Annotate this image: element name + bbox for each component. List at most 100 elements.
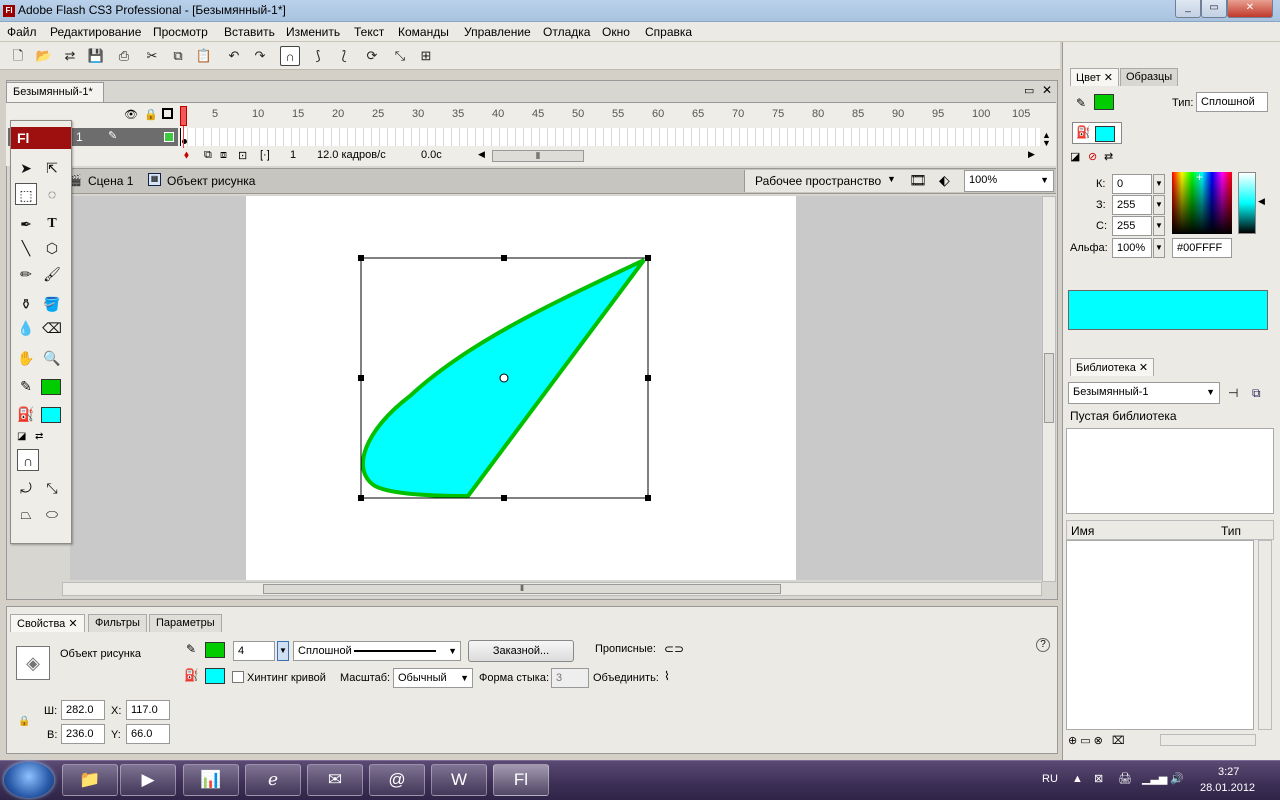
green-slider-icon[interactable]: ▼	[1153, 195, 1165, 215]
prop-fill-color[interactable]	[205, 668, 225, 684]
zoom-tool-icon[interactable]: 🔍	[41, 347, 63, 369]
new-file-icon[interactable]: 🗋	[8, 46, 28, 66]
print-icon[interactable]: ⎙	[114, 46, 134, 66]
prop-stroke-color[interactable]	[205, 642, 225, 658]
mail-taskbar-icon[interactable]: ✉	[307, 764, 363, 796]
tray-device-icon[interactable]: 🖨	[1118, 772, 1132, 785]
hex-input[interactable]: #00FFFF	[1172, 238, 1232, 258]
default-colors-icon[interactable]: ◪	[17, 431, 26, 442]
color-stroke-swatch[interactable]	[1094, 94, 1114, 110]
scroll-right-icon[interactable]: ▶	[1028, 149, 1035, 160]
fill-color-swatch[interactable]	[41, 407, 61, 423]
edit-scene-icon[interactable]: 🎞	[909, 172, 927, 189]
document-tab[interactable]: Безымянный-1*	[6, 82, 104, 102]
drawing-object-link[interactable]: Объект рисунка	[167, 174, 255, 188]
line-tool-icon[interactable]: ╲	[15, 237, 37, 259]
color-fill-selected[interactable]: ⛽	[1072, 122, 1122, 144]
distort-icon[interactable]: ⏢	[15, 503, 37, 525]
new-library-panel-icon[interactable]: ⧉	[1252, 386, 1261, 401]
scene-link[interactable]: Сцена 1	[88, 174, 133, 188]
menu-window[interactable]: Окно	[602, 25, 630, 39]
rectangle-tool-icon[interactable]: ⬡	[41, 237, 63, 259]
library-hscrollbar[interactable]	[1160, 734, 1256, 746]
eraser-tool-icon[interactable]: ⌫	[41, 317, 63, 339]
paint-bucket-tool-icon[interactable]: 🪣	[41, 293, 63, 315]
onion-outline-icon[interactable]: ⧈	[220, 149, 227, 162]
rotate-icon[interactable]: ⟳	[362, 46, 382, 66]
tray-volume-icon[interactable]: 🔊	[1170, 772, 1184, 785]
green-input[interactable]: 255	[1112, 195, 1152, 215]
menu-debug[interactable]: Отладка	[543, 25, 590, 39]
explorer-taskbar-icon[interactable]: 📁	[62, 764, 118, 796]
envelope-icon[interactable]: ⬭	[41, 503, 63, 525]
constrain-lock-icon[interactable]: 🔒	[18, 716, 30, 727]
mail-agent-taskbar-icon[interactable]: @	[369, 764, 425, 796]
stage-hscrollbar[interactable]: ⦀	[62, 582, 1042, 596]
workspace-menu[interactable]: Рабочее пространство	[755, 174, 881, 188]
pen-tool-icon[interactable]: ✒	[15, 213, 37, 235]
custom-stroke-button[interactable]: Заказной...	[468, 640, 574, 662]
media-player-taskbar-icon[interactable]: ▶	[120, 764, 176, 796]
clock-date[interactable]: 28.01.2012	[1200, 782, 1255, 794]
stroke-width-slider-icon[interactable]: ▼	[277, 641, 289, 661]
doc-restore-icon[interactable]: ▭	[1024, 84, 1034, 97]
maximize-button[interactable]: ▭	[1201, 0, 1227, 18]
undo-icon[interactable]: ↶	[224, 46, 244, 66]
hinting-checkbox[interactable]	[232, 671, 244, 683]
tab-swatches[interactable]: Образцы	[1120, 68, 1179, 86]
black-white-icon[interactable]: ◪	[1070, 150, 1080, 163]
help-icon[interactable]: ?	[1036, 638, 1050, 652]
stage-vscrollbar[interactable]	[1042, 196, 1056, 582]
start-button[interactable]	[4, 762, 54, 798]
smooth-icon[interactable]: ⟆	[308, 46, 328, 66]
join-select-icon[interactable]: ⌇	[664, 669, 670, 683]
subselection-tool-icon[interactable]: ⇱	[41, 157, 63, 179]
no-color-icon[interactable]: ⊘	[1088, 150, 1097, 163]
blue-input[interactable]: 255	[1112, 216, 1152, 236]
stroke-style-select[interactable]: Сплошной ▼	[293, 641, 461, 661]
timeline-hscroll-thumb[interactable]: ⦀	[492, 150, 584, 162]
pencil-tool-icon[interactable]: ✏	[15, 263, 37, 285]
internet-explorer-taskbar-icon[interactable]: ℯ	[245, 764, 301, 796]
menu-text[interactable]: Текст	[354, 25, 384, 39]
save-icon[interactable]: 💾	[86, 46, 106, 66]
copy-icon[interactable]: ⧉	[168, 46, 188, 66]
eye-icon[interactable]: 👁	[124, 108, 138, 121]
zoom-select[interactable]: 100% ▼	[964, 170, 1054, 192]
language-indicator[interactable]: RU	[1042, 773, 1058, 785]
width-input[interactable]: 282.0	[61, 700, 105, 720]
onion-skin-icon[interactable]: ⧉	[204, 149, 212, 162]
menu-commands[interactable]: Команды	[398, 25, 449, 39]
stage[interactable]	[246, 196, 796, 580]
tab-filters[interactable]: Фильтры	[88, 614, 147, 632]
tray-signal-icon[interactable]: ▁▃▅	[1142, 772, 1167, 785]
doc-close-icon[interactable]: ✕	[1042, 83, 1052, 97]
frame-grid[interactable]	[180, 128, 1040, 146]
tab-parameters[interactable]: Параметры	[149, 614, 222, 632]
redo-icon[interactable]: ↷	[250, 46, 270, 66]
stage-vscroll-thumb[interactable]	[1044, 353, 1054, 423]
height-input[interactable]: 236.0	[61, 724, 105, 744]
stage-hscroll-thumb[interactable]: ⦀	[263, 584, 781, 594]
free-transform-tool-icon[interactable]: ⬚	[15, 183, 37, 205]
text-tool-icon[interactable]: T	[41, 213, 63, 235]
hand-tool-icon[interactable]: ✋	[15, 347, 37, 369]
library-col-name[interactable]: Имя	[1071, 524, 1094, 538]
flash-taskbar-icon[interactable]: Fl	[493, 764, 549, 796]
clock-time[interactable]: 3:27	[1218, 766, 1239, 778]
caps-select-icon[interactable]: ⊂⊃	[664, 642, 684, 656]
scale-icon[interactable]: ⤡	[390, 46, 410, 66]
miter-input[interactable]: 3	[551, 668, 589, 688]
menu-view[interactable]: Просмотр	[153, 25, 208, 39]
swap-colors-icon[interactable]: ⇄	[35, 431, 43, 442]
scale-select[interactable]: Обычный ▼	[393, 668, 473, 688]
tab-library[interactable]: Библиотека ✕	[1070, 358, 1155, 376]
lock-icon[interactable]: 🔒	[144, 108, 158, 121]
open-folder-icon[interactable]: 📂	[34, 46, 54, 66]
straighten-icon[interactable]: ⟅	[334, 46, 354, 66]
stroke-color-swatch[interactable]	[41, 379, 61, 395]
center-frame-icon[interactable]: ⬧	[184, 149, 189, 162]
tray-expand-icon[interactable]: ▲	[1072, 773, 1083, 785]
ink-bottle-tool-icon[interactable]: ⚱	[15, 293, 37, 315]
menu-modify[interactable]: Изменить	[286, 25, 340, 39]
